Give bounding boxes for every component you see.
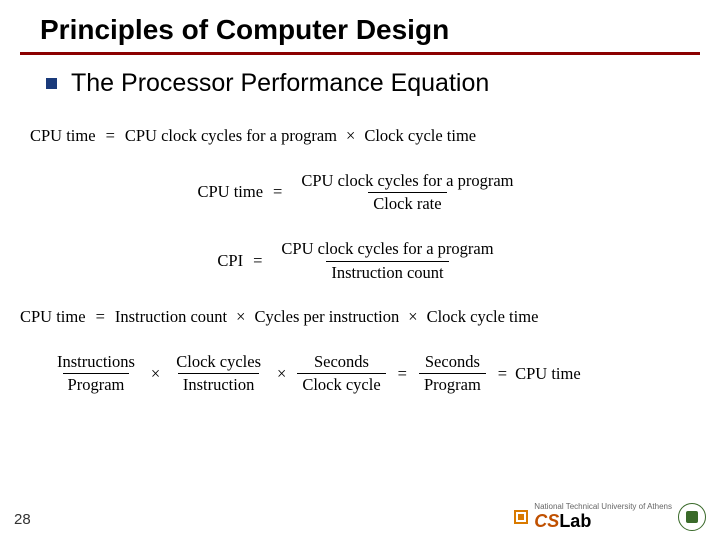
eq5-f4d: Program	[419, 373, 486, 396]
logo-main: CSLab	[534, 511, 672, 532]
eq1-rhs1: CPU clock cycles for a program	[125, 126, 337, 147]
equation-1: CPU time = CPU clock cycles for a progra…	[20, 126, 700, 147]
seal-icon	[678, 503, 706, 531]
eq5-f2n: Clock cycles	[171, 352, 266, 374]
eq5-m1: ×	[148, 364, 163, 385]
eq5-f1n: Instructions	[52, 352, 140, 374]
eq4-op: =	[92, 307, 109, 328]
eq4-t3: Clock cycle time	[427, 307, 539, 328]
eq5-op1: =	[394, 364, 411, 385]
equation-4: CPU time = Instruction count × Cycles pe…	[20, 307, 700, 328]
eq1-lhs: CPU time	[30, 126, 96, 147]
eq3-lhs: CPI	[217, 251, 243, 272]
equation-3: CPI = CPU clock cycles for a program Ins…	[20, 239, 700, 283]
eq5-frac3: Seconds Clock cycle	[297, 352, 385, 396]
title-rule	[20, 52, 700, 55]
eq2-numerator: CPU clock cycles for a program	[296, 171, 518, 193]
eq2-lhs: CPU time	[197, 182, 263, 203]
eq3-op: =	[249, 251, 266, 272]
eq5-f1d: Program	[63, 373, 130, 396]
logo-box-icon	[514, 510, 528, 524]
eq2-denominator: Clock rate	[368, 192, 446, 215]
square-bullet-icon	[46, 78, 57, 89]
eq5-f3n: Seconds	[309, 352, 374, 374]
eq5-op2: =	[494, 364, 511, 385]
formulas-block: CPU time = CPU clock cycles for a progra…	[0, 98, 720, 396]
eq5-f4n: Seconds	[420, 352, 485, 374]
eq1-op: =	[102, 126, 119, 147]
logo-cs: CS	[534, 511, 559, 531]
eq3-denominator: Instruction count	[326, 261, 448, 284]
eq5-frac4: Seconds Program	[419, 352, 486, 396]
eq4-lhs: CPU time	[20, 307, 86, 328]
equation-2: CPU time = CPU clock cycles for a progra…	[20, 171, 700, 215]
subtitle-row: The Processor Performance Equation	[0, 69, 720, 98]
subtitle: The Processor Performance Equation	[71, 69, 489, 98]
eq5-rhs: CPU time	[515, 364, 581, 385]
slide-title: Principles of Computer Design	[0, 0, 720, 52]
eq1-mult: ×	[343, 126, 358, 147]
eq5-f3d: Clock cycle	[297, 373, 385, 396]
eq4-t1: Instruction count	[115, 307, 227, 328]
footer-logo: National Technical University of Athens …	[514, 502, 706, 532]
eq5-m2: ×	[274, 364, 289, 385]
eq4-m1: ×	[233, 307, 248, 328]
eq5-frac2: Clock cycles Instruction	[171, 352, 266, 396]
eq5-f2d: Instruction	[178, 373, 260, 396]
eq5-frac1: Instructions Program	[52, 352, 140, 396]
eq2-op: =	[269, 182, 286, 203]
eq4-m2: ×	[405, 307, 420, 328]
equation-5: Instructions Program × Clock cycles Inst…	[20, 352, 700, 396]
logo-text: National Technical University of Athens …	[534, 502, 672, 532]
eq2-fraction: CPU clock cycles for a program Clock rat…	[296, 171, 518, 215]
eq4-t2: Cycles per instruction	[254, 307, 399, 328]
eq3-fraction: CPU clock cycles for a program Instructi…	[276, 239, 498, 283]
page-number: 28	[14, 511, 31, 528]
eq3-numerator: CPU clock cycles for a program	[276, 239, 498, 261]
logo-lab: Lab	[559, 511, 591, 531]
logo-topline: National Technical University of Athens	[534, 502, 672, 511]
eq1-rhs2: Clock cycle time	[364, 126, 476, 147]
